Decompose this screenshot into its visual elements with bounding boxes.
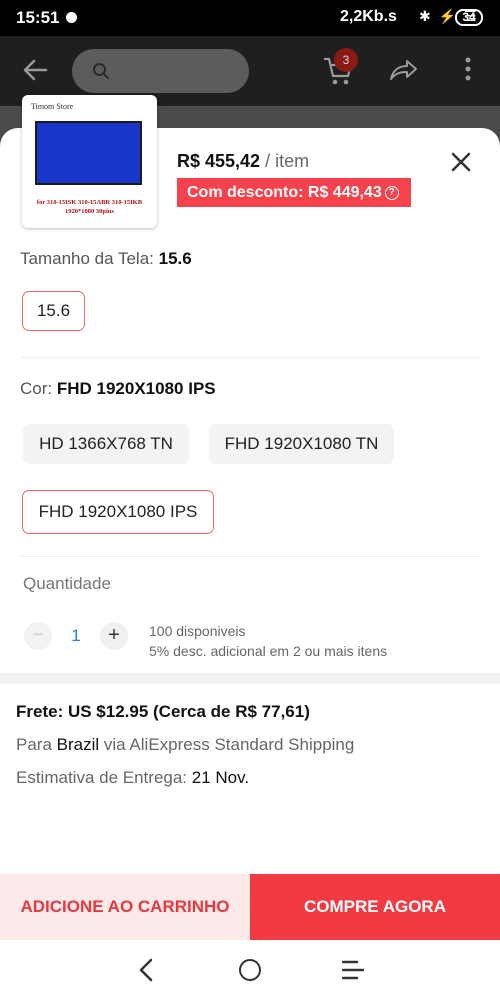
quantity-value[interactable]: 1	[62, 626, 90, 646]
shipping-country: Brazil	[56, 735, 100, 754]
quantity-info: 100 disponiveis 5% desc. adicional em 2 …	[149, 621, 387, 661]
option-color-hd-1366x768-tn[interactable]: HD 1366X768 TN	[23, 424, 189, 464]
shipping-cost: Frete: US $12.95 (Cerca de R$ 77,61)	[16, 702, 310, 721]
quantity-decrease-button[interactable]: −	[24, 622, 52, 650]
discount-badge: Com desconto: R$ 449,43?	[177, 178, 411, 207]
price-unit: / item	[265, 151, 310, 171]
price: R$ 455,42 / item	[177, 151, 309, 172]
thumbnail-caption: for 310-15ISK 310-15ABR 310-15IKB 1920*1…	[26, 198, 153, 216]
screen-size-label-text: Tamanho da Tela:	[20, 249, 154, 268]
thumbnail-store-name: Timom Store	[31, 102, 74, 111]
nav-home-icon[interactable]	[239, 959, 261, 981]
search-icon	[92, 62, 110, 85]
system-nav-bar	[0, 940, 500, 1000]
status-bar: 15:51 2,2Kb.s ✱ ⚡ ☰ 34	[0, 0, 500, 36]
option-color-fhd-1920x1080-tn[interactable]: FHD 1920X1080 TN	[209, 424, 394, 464]
sku-selector-sheet: R$ 455,42 / item Com desconto: R$ 449,43…	[0, 128, 500, 1000]
bulk-discount-note: 5% desc. adicional em 2 ou mais itens	[149, 643, 388, 659]
thumbnail-screen	[35, 121, 142, 185]
help-icon[interactable]: ?	[384, 186, 399, 200]
delivery-estimate: Estimativa de Entrega: 21 Nov.	[16, 768, 249, 788]
shipping-to-prefix: Para	[16, 735, 52, 754]
stock-available: 100 disponiveis	[149, 623, 246, 639]
status-time: 15:51	[16, 8, 60, 27]
quantity-label: Quantidade	[23, 574, 111, 593]
back-arrow-icon[interactable]	[22, 58, 48, 87]
color-selected: FHD 1920X1080 IPS	[56, 379, 216, 398]
option-screen-15-6[interactable]: 15.6	[22, 291, 85, 331]
network-speed: 2,2Kb.s	[340, 8, 397, 25]
search-input[interactable]	[72, 49, 249, 93]
buy-now-button[interactable]: COMPRE AGORA	[250, 874, 500, 940]
screen-size-selected: 15.6	[158, 249, 192, 268]
thumbnail-caption-line1: for 310-15ISK 310-15ABR 310-15IKB	[36, 199, 143, 206]
share-icon[interactable]	[388, 58, 418, 87]
color-label-text: Cor:	[20, 379, 53, 398]
delivery-estimate-label: Estimativa de Entrega:	[16, 768, 188, 787]
add-to-cart-button[interactable]: ADICIONE AO CARRINHO	[0, 874, 250, 940]
battery-icon: 34	[455, 9, 483, 26]
option-color-fhd-1920x1080-ips[interactable]: FHD 1920X1080 IPS	[22, 490, 214, 534]
close-icon[interactable]	[450, 151, 472, 178]
nav-menu-icon[interactable]	[341, 959, 365, 986]
discount-text: Com desconto: R$ 449,43	[187, 184, 382, 201]
screen-size-label: Tamanho da Tela: 15.6	[20, 249, 192, 269]
quantity-increase-button[interactable]: +	[100, 622, 128, 650]
shipping-destination[interactable]: Para Brazil via AliExpress Standard Ship…	[16, 735, 354, 755]
delivery-estimate-date: 21 Nov.	[191, 768, 250, 787]
cart-count-badge: 3	[334, 48, 358, 72]
more-icon[interactable]	[464, 56, 472, 87]
price-value: R$ 455,42	[177, 151, 261, 171]
notification-icon	[66, 12, 77, 23]
nav-back-icon[interactable]	[138, 958, 154, 987]
divider	[20, 357, 480, 358]
color-label: Cor: FHD 1920X1080 IPS	[20, 379, 216, 399]
divider	[20, 556, 480, 557]
shipping-method: via AliExpress Standard Shipping	[103, 735, 355, 754]
product-thumbnail: Timom Store for 310-15ISK 310-15ABR 310-…	[22, 95, 157, 228]
section-separator	[0, 673, 500, 684]
thumbnail-caption-line2: 1920*1080 30pins	[65, 208, 114, 215]
